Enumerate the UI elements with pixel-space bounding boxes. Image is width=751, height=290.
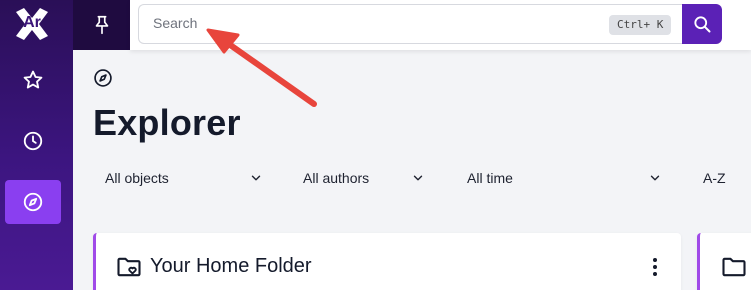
page-icon xyxy=(93,68,113,93)
folder-icon xyxy=(722,257,746,277)
search-icon xyxy=(694,16,711,33)
compass-icon xyxy=(94,69,112,87)
sidebar-item-favorites[interactable] xyxy=(5,58,61,102)
chevron-down-icon xyxy=(413,175,423,181)
sort-order[interactable]: A-Z xyxy=(703,163,743,193)
sidebar: Ar xyxy=(0,0,73,290)
compass-icon xyxy=(23,192,43,212)
folder-card-title: Your Home Folder xyxy=(150,255,312,277)
filter-time-label: All time xyxy=(467,170,513,186)
folder-heart-icon xyxy=(117,257,141,277)
filter-authors[interactable]: All authors xyxy=(303,163,429,193)
more-vertical-icon[interactable] xyxy=(643,255,667,279)
logo-text: Ar xyxy=(23,14,41,31)
sidebar-item-explorer[interactable] xyxy=(5,180,61,224)
pin-icon xyxy=(95,15,108,35)
search-input[interactable] xyxy=(153,15,593,31)
search-shortcut-hint: Ctrl+ K xyxy=(609,15,672,35)
chevron-down-icon xyxy=(251,175,261,181)
chevron-down-icon xyxy=(650,175,660,181)
filter-authors-label: All authors xyxy=(303,170,370,186)
app-logo[interactable]: Ar xyxy=(12,4,52,44)
sort-order-label: A-Z xyxy=(703,170,726,186)
filter-objects[interactable]: All objects xyxy=(105,163,267,193)
pin-button[interactable] xyxy=(73,0,130,50)
app: Ar Ctrl+ K xyxy=(0,0,751,290)
top-bar: Ctrl+ K xyxy=(130,0,751,50)
filter-objects-label: All objects xyxy=(105,170,169,186)
filter-time[interactable]: All time xyxy=(467,163,665,193)
page-title: Explorer xyxy=(93,102,241,143)
folder-card-partial[interactable] xyxy=(697,233,751,290)
search-button[interactable] xyxy=(682,4,722,44)
star-icon xyxy=(23,70,43,89)
clock-icon xyxy=(23,131,43,151)
search-box: Ctrl+ K xyxy=(138,4,683,44)
folder-card-home[interactable]: Your Home Folder xyxy=(93,233,681,290)
sidebar-item-recent[interactable] xyxy=(5,119,61,163)
